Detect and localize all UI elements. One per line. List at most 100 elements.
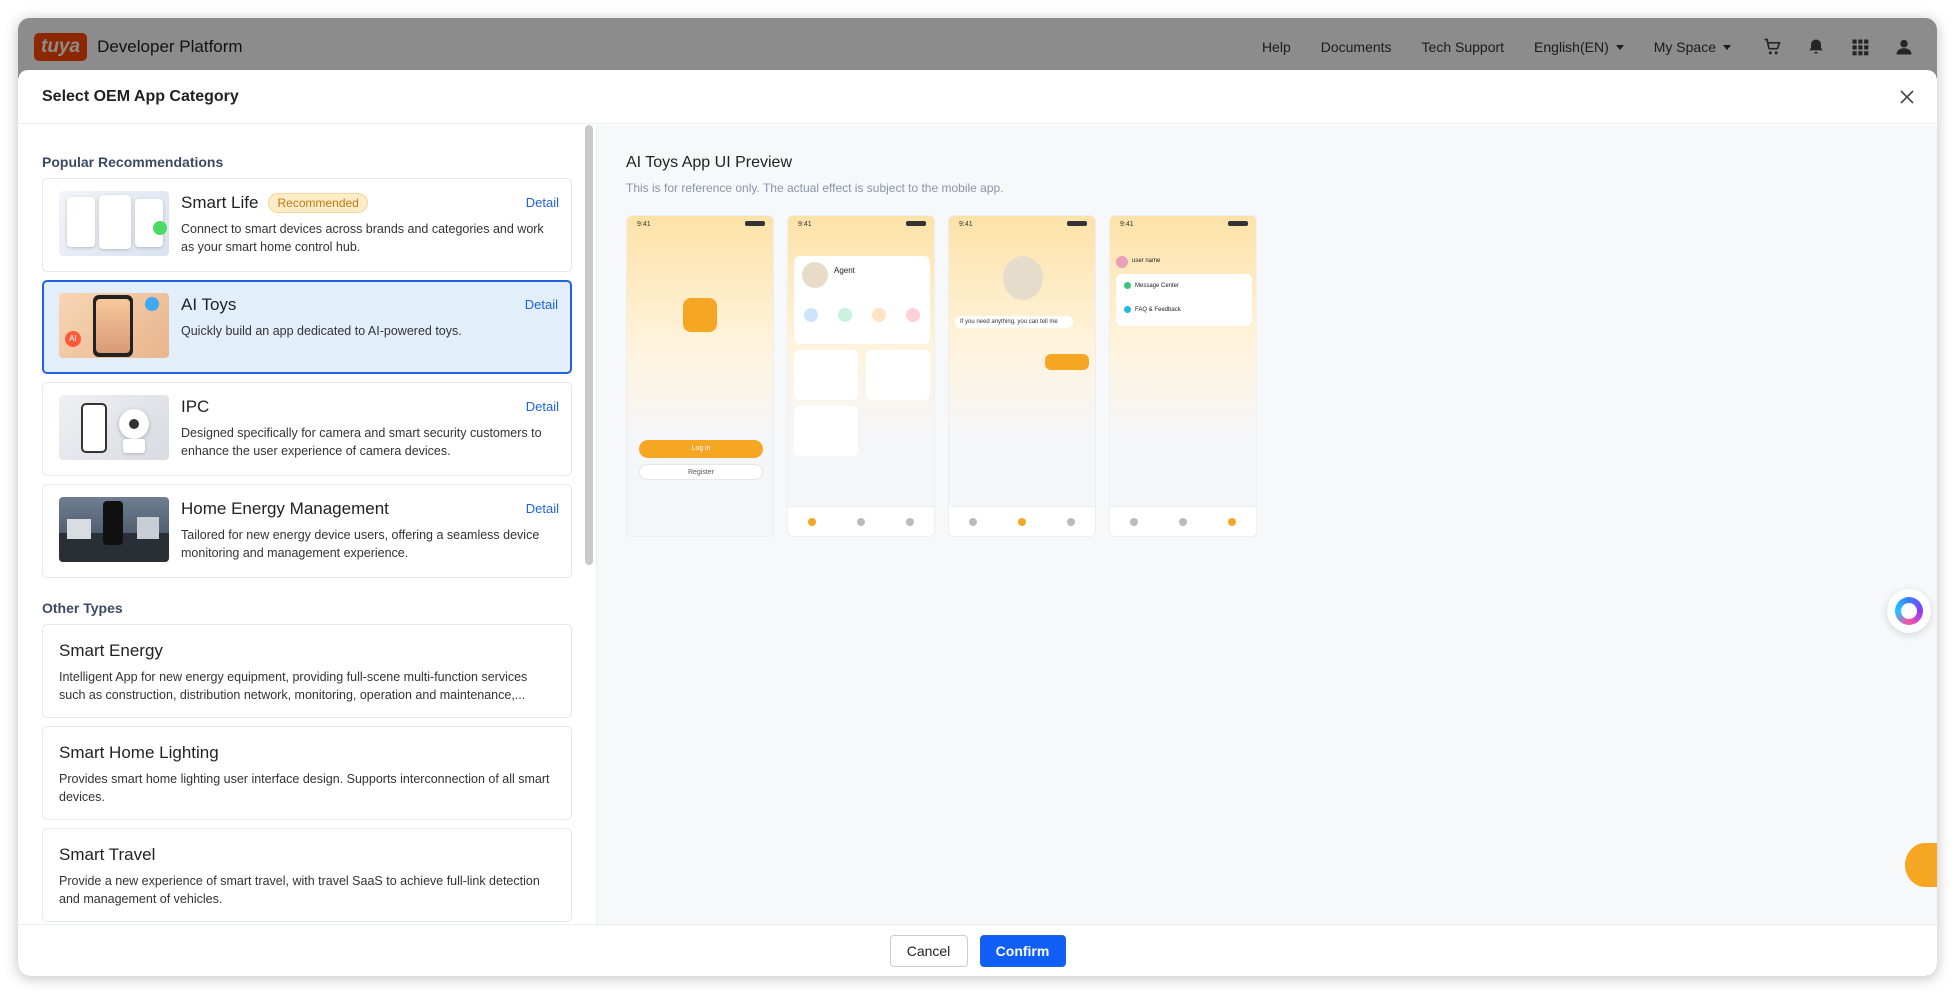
ai-badge: AI bbox=[65, 331, 81, 347]
card-content: Smart Travel Provide a new experience of… bbox=[59, 843, 557, 909]
register-button: Register bbox=[639, 464, 763, 480]
agent-name: Agent bbox=[834, 266, 855, 275]
category-card-ipc[interactable]: IPC Designed specifically for camera and… bbox=[42, 382, 572, 476]
card-title-row: Smart Travel bbox=[59, 844, 557, 866]
card-title: Home Energy Management bbox=[181, 499, 389, 518]
tab-icon bbox=[905, 517, 914, 526]
profile-username: user name bbox=[1132, 258, 1161, 264]
tab-icon bbox=[1178, 517, 1187, 526]
message-icon bbox=[1124, 282, 1131, 289]
detail-link-ipc[interactable]: Detail bbox=[526, 399, 559, 414]
agent-tile bbox=[866, 350, 930, 400]
agent-tile bbox=[794, 350, 858, 400]
category-card-home-energy[interactable]: Home Energy Management Tailored for new … bbox=[42, 484, 572, 578]
modal-footer: Cancel Confirm bbox=[18, 924, 1937, 976]
status-icons bbox=[745, 221, 765, 226]
scrollbar-thumb[interactable] bbox=[585, 125, 593, 565]
category-card-ai-toys[interactable]: AI AI Toys Quickly build an app dedicate… bbox=[42, 280, 572, 374]
category-list-pane[interactable]: Popular Recommendations Smart Life Recom… bbox=[18, 125, 597, 924]
smart-life-thumbnail bbox=[59, 191, 169, 256]
ipc-thumbnail bbox=[59, 395, 169, 460]
preview-tab-bar bbox=[949, 506, 1095, 536]
preview-screen-profile: 9:41 user name Message Center FAQ & Feed… bbox=[1109, 215, 1257, 537]
ai-assistant-icon bbox=[1895, 597, 1923, 625]
agent-card: Agent bbox=[794, 256, 930, 344]
tab-icon bbox=[969, 517, 978, 526]
status-time: 9:41 bbox=[637, 221, 651, 228]
tab-icon bbox=[808, 517, 817, 526]
category-card-smart-life[interactable]: Smart Life Recommended Connect to smart … bbox=[42, 178, 572, 272]
agent-action-icon bbox=[906, 308, 920, 322]
confirm-button[interactable]: Confirm bbox=[979, 934, 1066, 967]
category-card-smart-travel[interactable]: Smart Travel Provide a new experience of… bbox=[42, 828, 572, 922]
card-title: Smart Life bbox=[181, 193, 259, 212]
tab-icon bbox=[1130, 517, 1139, 526]
profile-menu-card: Message Center FAQ & Feedback bbox=[1116, 274, 1252, 326]
menu-label: Message Center bbox=[1135, 282, 1180, 289]
help-icon bbox=[1124, 306, 1131, 313]
preview-pane: AI Toys App UI Preview This is for refer… bbox=[597, 125, 1937, 924]
preview-screen-agents: 9:41 Agent bbox=[787, 215, 935, 537]
card-description: Tailored for new energy device users, of… bbox=[181, 528, 540, 560]
card-description: Provide a new experience of smart travel… bbox=[59, 874, 540, 906]
agent-action-icon bbox=[838, 308, 852, 322]
assistant-message-text: If you need anything, you can tell me bbox=[960, 319, 1058, 325]
card-description: Provides smart home lighting user interf… bbox=[59, 772, 550, 804]
register-label: Register bbox=[687, 469, 715, 476]
modal-header: Select OEM App Category bbox=[18, 70, 1937, 124]
tab-icon bbox=[1017, 517, 1026, 526]
status-time: 9:41 bbox=[798, 221, 812, 228]
bunny-avatar bbox=[1003, 256, 1043, 300]
detail-link-ai-toys[interactable]: Detail bbox=[525, 297, 558, 312]
category-card-smart-home-lighting[interactable]: Smart Home Lighting Provides smart home … bbox=[42, 726, 572, 820]
card-description: Intelligent App for new energy equipment… bbox=[59, 670, 528, 702]
login-label: Log in bbox=[691, 445, 711, 452]
menu-item-faq: FAQ & Feedback bbox=[1124, 306, 1181, 313]
ai-assistant-button[interactable] bbox=[1887, 589, 1931, 633]
other-section-title: Other Types bbox=[42, 600, 123, 616]
card-title: Smart Home Lighting bbox=[59, 743, 219, 762]
ai-toys-thumbnail: AI bbox=[59, 293, 169, 358]
card-description: Designed specifically for camera and sma… bbox=[181, 426, 542, 458]
preview-subtitle: This is for reference only. The actual e… bbox=[626, 181, 1004, 195]
close-icon[interactable] bbox=[1895, 85, 1919, 109]
card-title-row: Smart Life Recommended bbox=[181, 192, 557, 214]
category-card-smart-energy[interactable]: Smart Energy Intelligent App for new ene… bbox=[42, 624, 572, 718]
app-logo-icon bbox=[683, 298, 717, 332]
cancel-button[interactable]: Cancel bbox=[889, 934, 968, 967]
tab-icon bbox=[856, 517, 865, 526]
status-icons bbox=[1067, 221, 1087, 226]
agent-avatar bbox=[802, 262, 828, 288]
card-content: IPC Designed specifically for camera and… bbox=[181, 395, 557, 463]
card-title-row: IPC bbox=[181, 396, 557, 418]
preview-tab-bar bbox=[788, 506, 934, 536]
select-category-modal: Select OEM App Category Popular Recommen… bbox=[18, 70, 1937, 976]
card-title-row: AI Toys bbox=[181, 294, 557, 316]
agent-action-icon bbox=[804, 308, 818, 322]
card-content: Home Energy Management Tailored for new … bbox=[181, 497, 557, 565]
modal-title: Select OEM App Category bbox=[42, 87, 239, 105]
agent-action-icon bbox=[872, 308, 886, 322]
status-time: 9:41 bbox=[959, 221, 973, 228]
card-title: IPC bbox=[181, 397, 210, 416]
status-time: 9:41 bbox=[1120, 221, 1134, 228]
card-title: AI Toys bbox=[181, 295, 237, 314]
popular-section-title: Popular Recommendations bbox=[42, 154, 224, 170]
tab-icon bbox=[1227, 517, 1236, 526]
card-description: Quickly build an app dedicated to AI-pow… bbox=[181, 324, 462, 338]
card-title-row: Home Energy Management bbox=[181, 498, 557, 520]
card-content: Smart Life Recommended Connect to smart … bbox=[181, 191, 557, 259]
modal-body: Popular Recommendations Smart Life Recom… bbox=[18, 125, 1937, 924]
status-icons bbox=[1228, 221, 1248, 226]
recommended-badge: Recommended bbox=[268, 193, 368, 213]
preview-tab-bar bbox=[1110, 506, 1256, 536]
card-content: AI Toys Quickly build an app dedicated t… bbox=[181, 293, 557, 361]
profile-avatar bbox=[1116, 256, 1128, 268]
detail-link-smart-life[interactable]: Detail bbox=[526, 195, 559, 210]
detail-link-home-energy[interactable]: Detail bbox=[526, 501, 559, 516]
card-description: Connect to smart devices across brands a… bbox=[181, 222, 544, 254]
assistant-message-bubble: If you need anything, you can tell me bbox=[955, 316, 1073, 328]
list-scrollbar[interactable] bbox=[585, 125, 593, 924]
mascot-helper-button[interactable] bbox=[1905, 843, 1937, 887]
status-icons bbox=[906, 221, 926, 226]
